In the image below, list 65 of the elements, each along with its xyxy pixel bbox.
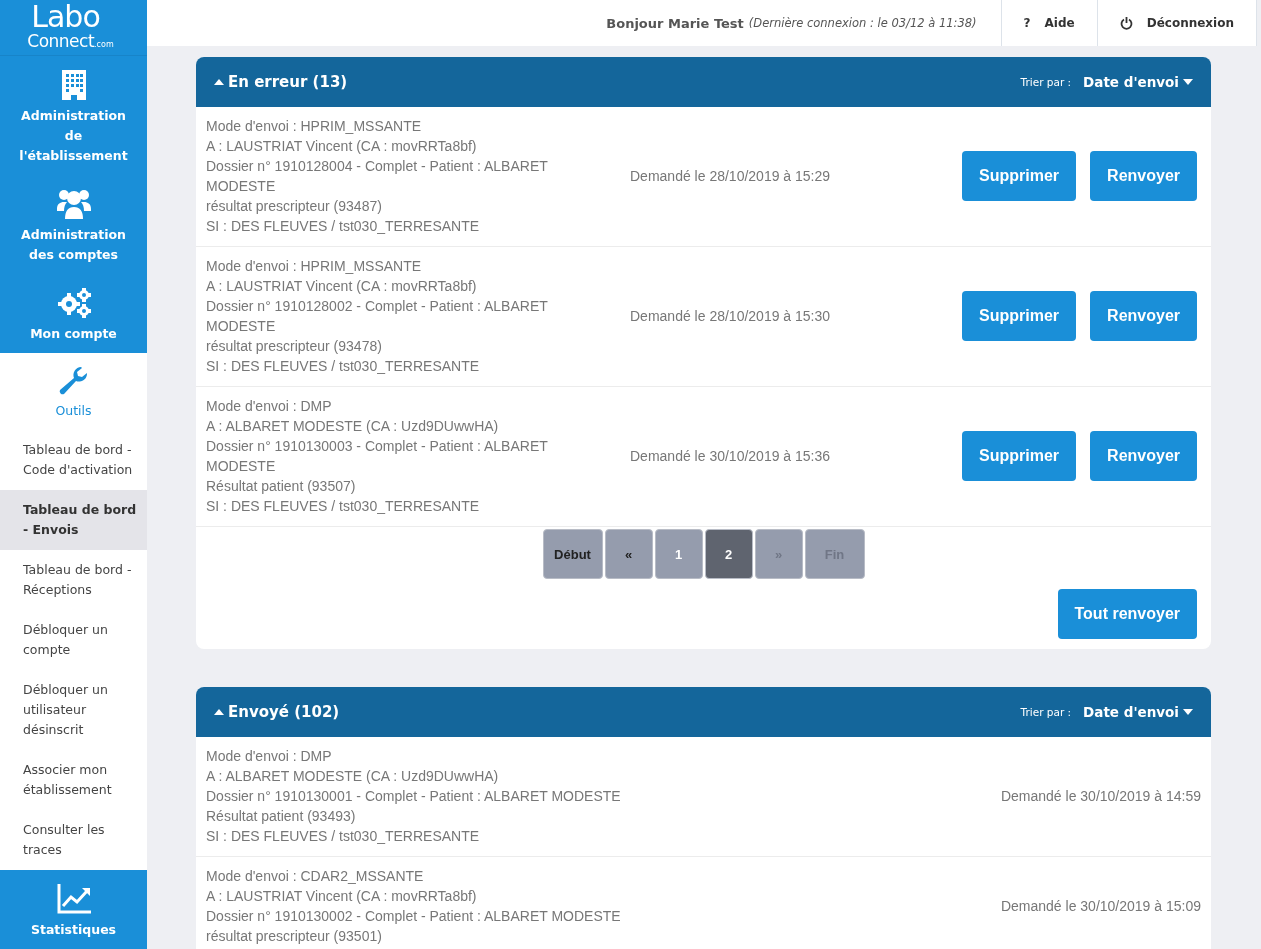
message-detail: Mode d'envoi : CDAR2_MSSANTE (206, 867, 425, 886)
power-icon (1119, 16, 1133, 30)
message-detail: Mode d'envoi : DMP (206, 747, 333, 766)
message-detail: A : LAUSTRIAT Vincent (CA : movRRTa8bf) (206, 137, 478, 156)
action-button[interactable]: Renvoyer (1090, 151, 1197, 201)
message-detail: A : LAUSTRIAT Vincent (CA : movRRTa8bf) (206, 887, 478, 906)
message-detail: A : ALBARET MODESTE (CA : Uzd9DUwwHA) (206, 767, 500, 786)
message-detail: Mode d'envoi : HPRIM_MSSANTE (206, 117, 423, 136)
last-login: (Dernière connexion : le 03/12 à 11:38) (748, 16, 977, 30)
sidebar-item[interactable]: Administration de l'établissement (0, 56, 147, 175)
request-date: Demandé le 28/10/2019 à 15:29 (630, 167, 832, 186)
request-date: Demandé le 30/10/2019 à 15:36 (630, 447, 832, 466)
message-detail: A : LAUSTRIAT Vincent (CA : movRRTa8bf) (206, 277, 478, 296)
sidebar-item[interactable]: Administration des comptes (0, 175, 147, 274)
message-detail: SI : DES FLEUVES / tst030_TERRESANTE (206, 827, 481, 846)
sidebar-item[interactable]: Statistiques (0, 870, 147, 949)
submenu-item[interactable]: Tableau de bord - Réceptions (0, 550, 147, 610)
message-detail: SI : DES FLEUVES / tst030_TERRESANTE (206, 497, 481, 516)
message-detail: Dossier n° 1910130001 - Complet - Patient : ALBARET MODESTE (206, 787, 622, 806)
request-date: Demandé le 30/10/2019 à 15:09 (999, 897, 1201, 916)
message-detail: Résultat patient (93507) (206, 477, 357, 496)
sort-dropdown[interactable]: Date d'envoi (1083, 704, 1193, 720)
action-button[interactable]: Supprimer (962, 431, 1077, 481)
message-detail: A : ALBARET MODESTE (CA : Uzd9DUwwHA) (206, 417, 500, 436)
message-detail: Mode d'envoi : DMP (206, 397, 333, 416)
message-detail: résultat prescripteur (93501) (206, 927, 383, 946)
resend-all-button[interactable]: Tout renvoyer (1057, 589, 1197, 639)
section-toggle[interactable]: Envoyé (102) (214, 703, 340, 721)
sidebar-item[interactable]: Mon compte (0, 274, 147, 353)
action-button[interactable]: Renvoyer (1090, 291, 1197, 341)
page-button[interactable]: « (604, 529, 653, 579)
submenu-item[interactable]: Tableau de bord - Envois (0, 490, 147, 550)
sort-label: Trier par : (1020, 76, 1072, 88)
message-detail: SI : DES FLEUVES / tst030_TERRESANTE (206, 217, 481, 236)
logo-text: Labo (31, 1, 100, 32)
submenu-item[interactable]: Associer mon établissement (0, 750, 147, 810)
wrench-icon (58, 367, 89, 395)
message-detail: Résultat patient (93493) (206, 807, 357, 826)
page-button[interactable]: 2 (704, 529, 753, 579)
action-button[interactable]: Supprimer (962, 151, 1077, 201)
building-icon (60, 70, 87, 100)
request-date: Demandé le 28/10/2019 à 15:30 (630, 307, 832, 326)
submenu-item[interactable]: Tableau de bord - Code d'activation (0, 430, 147, 490)
sidebar-item[interactable]: Outils (0, 353, 147, 430)
submenu-item[interactable]: Débloquer un utilisateur désinscrit (0, 670, 147, 750)
sort-label: Trier par : (1020, 706, 1072, 718)
message-detail: Mode d'envoi : HPRIM_MSSANTE (206, 257, 423, 276)
message-detail: résultat prescripteur (93478) (206, 337, 383, 356)
submenu-item[interactable]: Débloquer un compte (0, 610, 147, 670)
message-detail: résultat prescripteur (93487) (206, 197, 383, 216)
message-detail: Dossier n° 1910130003 - Complet - Patient : ALBARET MODESTE (206, 437, 549, 476)
sort-dropdown[interactable]: Date d'envoi (1083, 74, 1193, 90)
request-date: Demandé le 30/10/2019 à 14:59 (999, 787, 1201, 806)
gears-icon (56, 288, 91, 318)
chart-icon (56, 884, 91, 914)
section-toggle[interactable]: En erreur (13) (214, 73, 348, 91)
action-button[interactable]: Renvoyer (1090, 431, 1197, 481)
page-button[interactable]: Début (542, 529, 603, 579)
users-icon (56, 189, 91, 219)
greeting: Bonjour Marie Test (606, 15, 744, 31)
logout-button[interactable]: Déconnexion (1096, 0, 1257, 46)
message-detail: Dossier n° 1910130002 - Complet - Patient : ALBARET MODESTE (206, 907, 622, 926)
submenu-item[interactable]: Consulter les traces (0, 810, 147, 870)
action-button[interactable]: Supprimer (962, 291, 1077, 341)
message-detail: SI : DES FLEUVES / tst030_TERRESANTE (206, 357, 481, 376)
